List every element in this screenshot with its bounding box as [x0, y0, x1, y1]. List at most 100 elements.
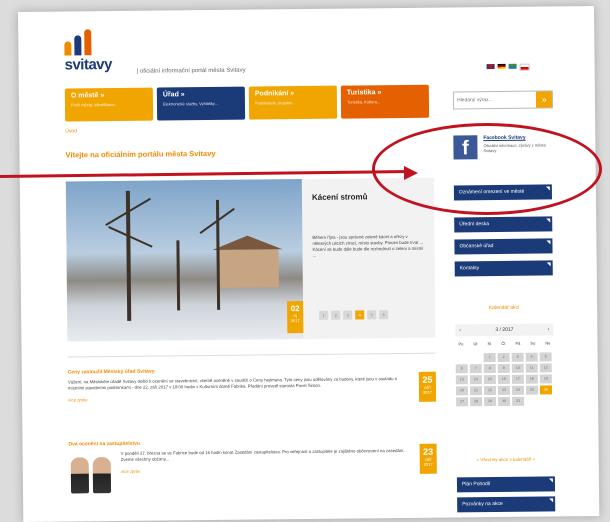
nav-turistika[interactable]: Turistika » Turistika, Kultura... [340, 84, 430, 119]
calendar-day[interactable]: 30 [498, 396, 511, 406]
person-photo [70, 457, 90, 494]
all-events-link[interactable]: » Všechny akce v kalendáři » [457, 456, 555, 463]
calendar-day[interactable]: 2 [497, 352, 510, 362]
calendar-day[interactable]: 8 [483, 364, 496, 374]
calendar-day[interactable]: 25 [525, 385, 539, 395]
sidebar-button-kontakty[interactable]: Kontakty [454, 260, 553, 277]
pager-dot[interactable]: 3 [343, 310, 353, 320]
weekday-label: St [487, 341, 492, 347]
article-date-year: 2017 [423, 461, 433, 467]
webpage: svitavy | oficiální informační portál mě… [18, 5, 600, 522]
news-article: Ceny zasloužil Městský úřad Svitavy Váže… [68, 366, 437, 440]
sidebar-button-obcanske[interactable]: Občanské úřad [454, 238, 553, 255]
weekday-label: So [530, 340, 536, 346]
calendar-day[interactable]: 6 [455, 364, 468, 374]
calendar-day[interactable]: 24 [511, 385, 525, 395]
calendar-next-button[interactable]: › [548, 326, 550, 332]
article-photo[interactable] [70, 457, 112, 494]
calendar-empty-cell [470, 353, 482, 362]
calendar-empty-cell [456, 353, 468, 362]
pager-dot-active[interactable]: 4 [355, 310, 365, 320]
calendar-day[interactable]: 22 [483, 386, 497, 396]
calendar-day[interactable]: 5 [539, 352, 552, 362]
calendar-day[interactable]: 23 [497, 385, 511, 395]
calendar-day[interactable]: 16 [497, 374, 510, 384]
annotation-arrow-head [404, 166, 418, 180]
calendar-weekdays: Po Út St Čt Pá So Ne [455, 340, 553, 346]
calendar-day[interactable]: 20 [455, 386, 469, 396]
flag-de-icon[interactable] [497, 63, 506, 69]
nav-label: Podnikání » [254, 90, 295, 98]
article-text: V pondělí 27. března se ve Fabrice bude … [120, 447, 405, 462]
article-more-link[interactable]: více zpráv [121, 466, 437, 474]
calendar-title: Kalendář akcí [488, 304, 520, 312]
hero-carousel: 02 říj 2017 Kácení stromů Během října - … [65, 177, 436, 342]
calendar-day[interactable]: 3 [511, 352, 524, 362]
weekday-label: Pá [515, 340, 521, 346]
site-tagline: | oficiální informační portál města Svit… [136, 67, 246, 75]
tree-trunk [176, 240, 181, 311]
nav-o-meste[interactable]: O městě » Profil města, Identifikace... [64, 87, 154, 122]
sidebar-button-plan[interactable]: Plán Pohodlí [456, 476, 556, 493]
article-date-badge: 25 září 2017 [418, 371, 437, 402]
calendar-day[interactable]: 1 [483, 353, 496, 363]
search-button[interactable]: » [536, 91, 553, 108]
calendar-day[interactable]: 14 [469, 375, 482, 385]
article-more-link[interactable]: více zpráv [68, 394, 436, 402]
calendar-day[interactable]: 31 [512, 396, 525, 406]
nav-sublabel: Turistika, Kultura... [346, 99, 381, 105]
search-input[interactable] [453, 96, 537, 104]
flag-ru-icon[interactable] [508, 63, 517, 69]
article-date-badge: 23 září 2017 [419, 443, 437, 474]
flag-pl-icon[interactable] [519, 63, 530, 71]
flag-en-icon[interactable] [486, 64, 495, 70]
nav-sublabel: Profil města, Identifikace... [70, 101, 118, 108]
calendar-day[interactable]: 13 [455, 375, 468, 385]
nav-sublabel: Podnikatelé, projekty... [254, 100, 296, 106]
calendar-day[interactable]: 4 [525, 352, 538, 362]
nav-podnikani[interactable]: Podnikání » Podnikatelé, projekty... [248, 85, 338, 120]
article-title[interactable]: Ceny zasloužil Městský úřad Svitavy [68, 366, 436, 376]
calendar-month-bar: ‹ 3 / 2017 › [455, 323, 554, 337]
site-logo[interactable]: svitavy [64, 29, 113, 74]
calendar-empty-cell [540, 396, 552, 405]
hero-date-year: 2017 [290, 318, 300, 324]
calendar-day[interactable]: 21 [469, 386, 483, 396]
logo-text: svitavy [64, 56, 113, 74]
pager-dot[interactable]: 6 [379, 310, 389, 320]
calendar-month-label: 3 / 2017 [495, 326, 514, 334]
sidebar-button-uredni-deska[interactable]: Úřední deska [454, 216, 553, 233]
nav-urad[interactable]: Úřad » Elektronické služby, Vyhlášky... [156, 86, 246, 121]
hero-title[interactable]: Kácení stromů [312, 192, 368, 202]
calendar-day[interactable]: 28 [470, 397, 483, 407]
calendar-day[interactable]: 10 [511, 363, 524, 373]
calendar-day[interactable]: 26 [539, 385, 553, 395]
article-date-year: 2017 [423, 389, 432, 395]
language-flags [486, 63, 530, 71]
breadcrumb[interactable]: Úvod [65, 128, 77, 134]
hero-date-day: 02 [290, 304, 300, 314]
pager-dot[interactable]: 2 [331, 310, 341, 320]
house-shape [216, 249, 279, 288]
article-text: Vážení, na Městském úřadě Svitavy došlo … [67, 376, 397, 391]
article-date-day: 23 [423, 446, 434, 457]
article-title[interactable]: Dva ocenění na zastupitelstvu [69, 438, 437, 448]
calendar-day[interactable]: 12 [539, 363, 552, 373]
calendar-day[interactable]: 19 [539, 374, 552, 384]
calendar-day[interactable]: 15 [483, 375, 496, 385]
calendar-day[interactable]: 7 [469, 364, 482, 374]
calendar-prev-button[interactable]: ‹ [459, 327, 461, 333]
hero-image[interactable] [65, 179, 304, 342]
calendar-day[interactable]: 17 [511, 374, 524, 384]
pager-dot[interactable]: 1 [319, 310, 329, 320]
calendar-day[interactable]: 18 [525, 374, 538, 384]
calendar-day[interactable]: 29 [484, 397, 497, 407]
calendar-day[interactable]: 9 [497, 363, 510, 373]
pager-dot[interactable]: 5 [367, 310, 377, 320]
logo-icon [64, 29, 112, 56]
sidebar-button-pozvanky[interactable]: Pozvánky na akce [457, 496, 556, 513]
main-nav: O městě » Profil města, Identifikace... … [64, 84, 430, 122]
calendar-day[interactable]: 11 [525, 363, 538, 373]
calendar-day[interactable]: 27 [456, 397, 469, 407]
article-date-day: 25 [422, 374, 433, 385]
